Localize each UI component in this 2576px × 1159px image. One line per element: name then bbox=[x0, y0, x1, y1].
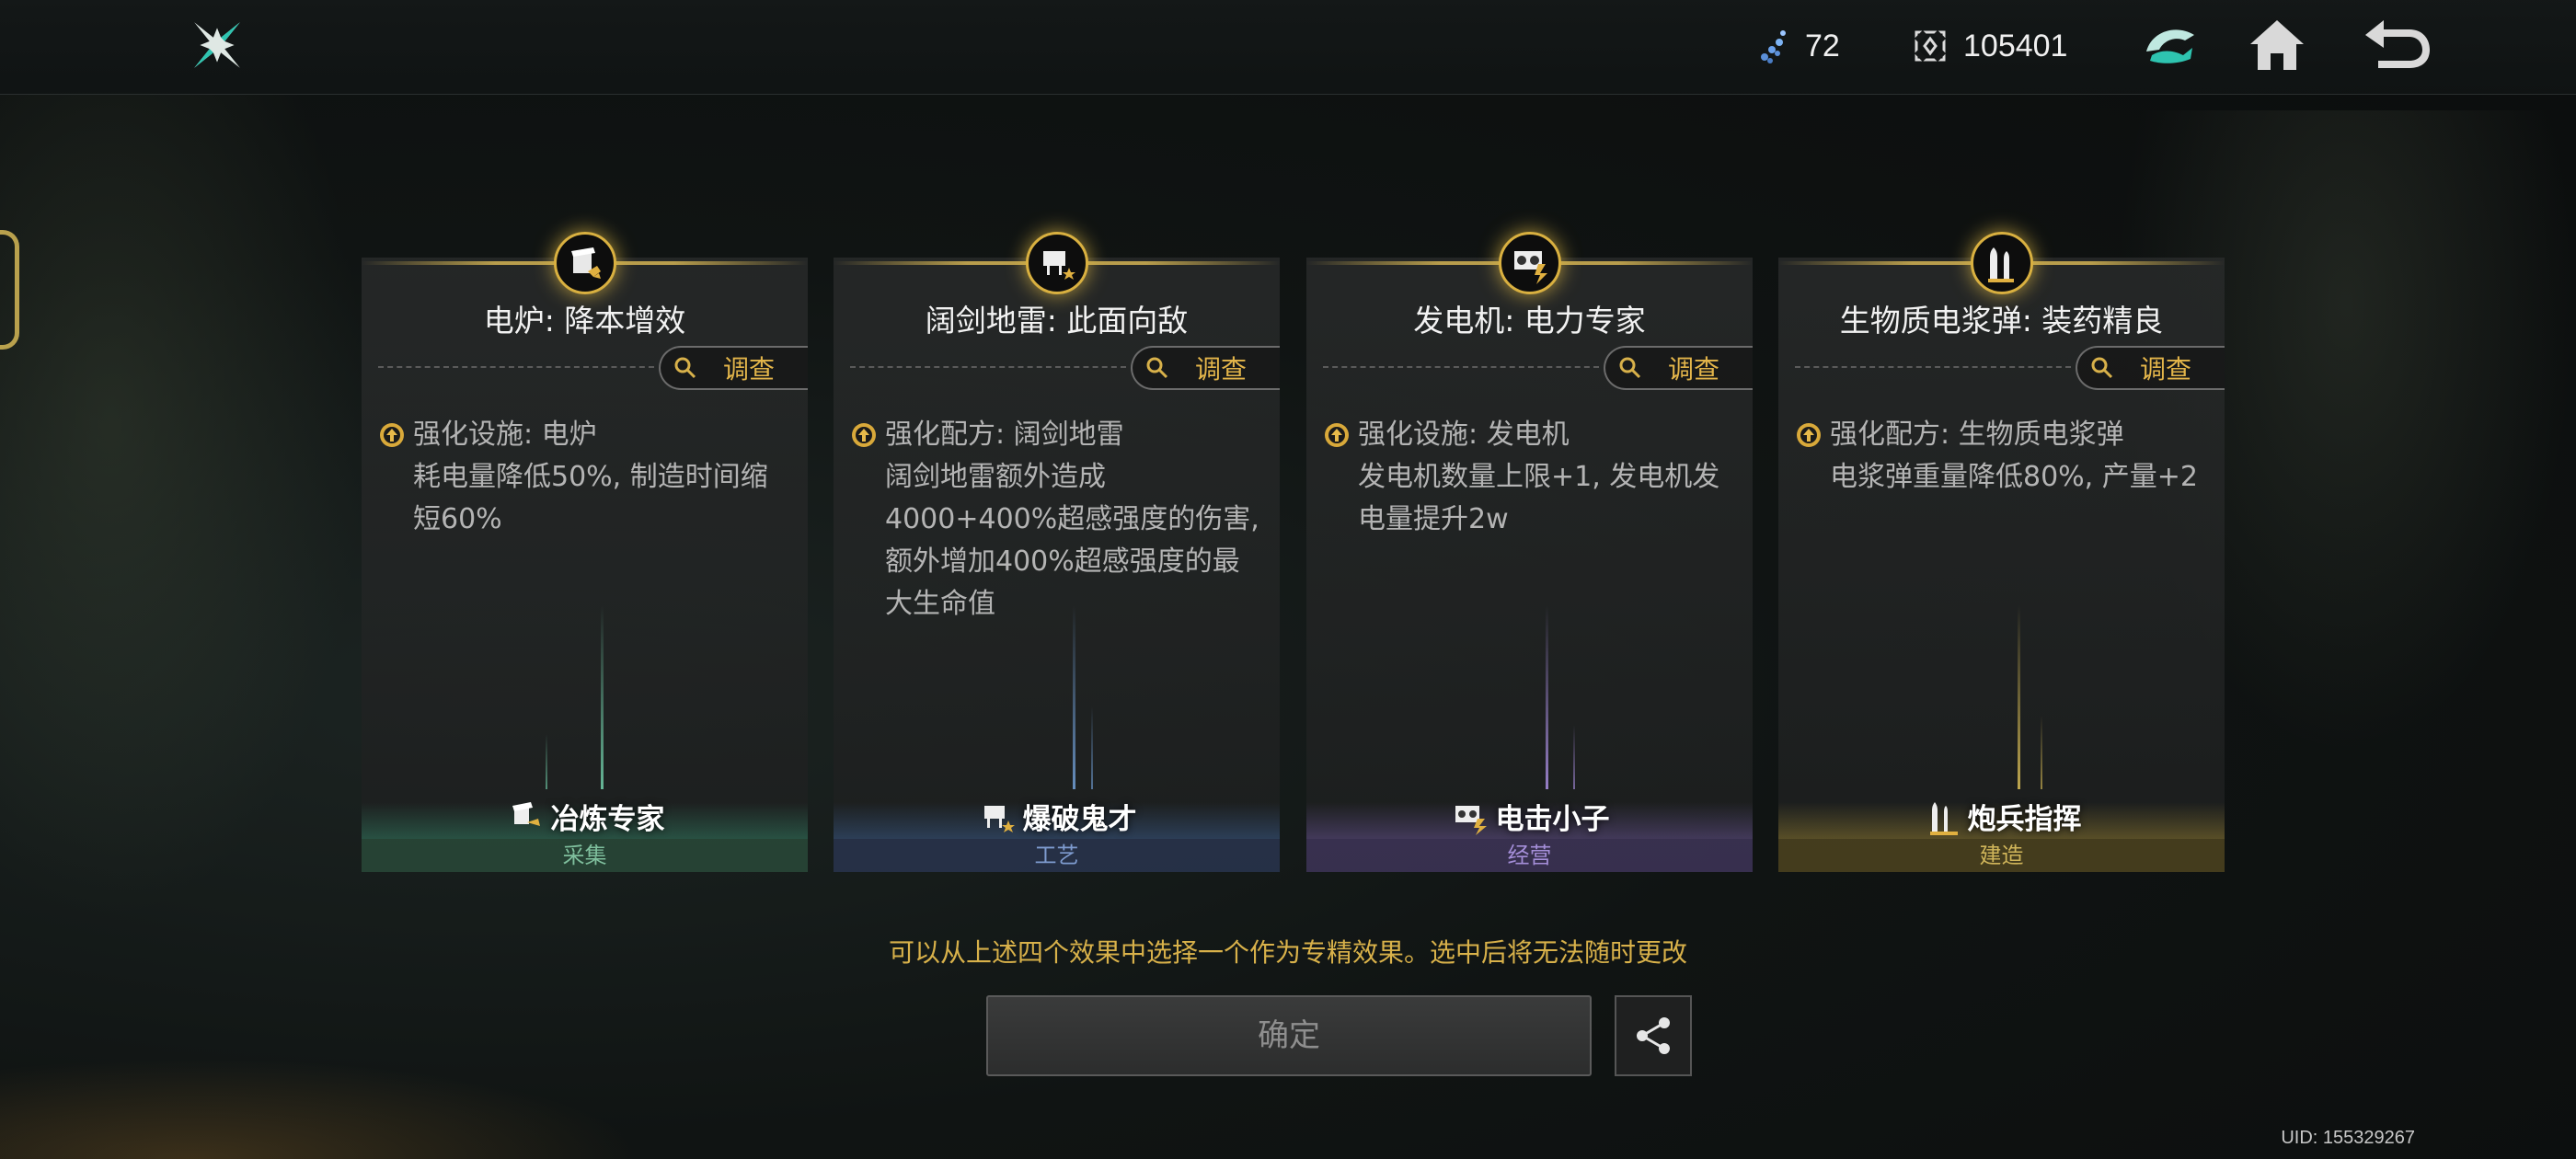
energy-value: 72 bbox=[1805, 28, 1840, 63]
category-label: 经营 bbox=[1306, 839, 1753, 872]
currency-counter[interactable]: 105401 bbox=[1914, 20, 2067, 72]
shell-badge-icon bbox=[1970, 232, 2033, 294]
investigate-label: 调查 bbox=[1195, 354, 1248, 384]
home-icon[interactable] bbox=[2245, 13, 2309, 77]
side-tab-handle[interactable] bbox=[0, 230, 19, 350]
investigate-label: 调查 bbox=[1668, 354, 1720, 384]
selection-hint: 可以从上述四个效果中选择一个作为专精效果。选中后将无法随时更改 bbox=[888, 937, 1687, 968]
helmet-icon[interactable] bbox=[2139, 13, 2203, 77]
effect-description: 强化配方: 阔剑地雷 阔剑地雷额外造成4000+400%超感强度的伤害, 额外增… bbox=[850, 414, 1264, 625]
specialist-label: 爆破鬼才 bbox=[834, 795, 1280, 837]
upgrade-arrow-icon bbox=[852, 423, 876, 447]
upgrade-arrow-icon bbox=[1797, 423, 1821, 447]
search-icon bbox=[1146, 357, 1168, 379]
user-id: UID: 155329267 bbox=[2281, 1128, 2415, 1148]
search-icon bbox=[1619, 357, 1641, 379]
energy-counter[interactable]: 72 bbox=[1757, 20, 1840, 72]
electric-icon bbox=[1455, 806, 1487, 835]
effect-detail: 阔剑地雷额外造成4000+400%超感强度的伤害, 额外增加400%超感强度的最… bbox=[885, 461, 1259, 620]
specialist-label: 电击小子 bbox=[1306, 795, 1753, 837]
effect-description: 强化配方: 生物质电浆弹 电浆弹重量降低80%, 产量+2 bbox=[1795, 414, 2209, 499]
specialist-label: 冶炼专家 bbox=[362, 795, 808, 837]
confirm-button[interactable]: 确定 bbox=[986, 995, 1592, 1076]
effect-target: 强化设施: 发电机 bbox=[1358, 419, 1570, 451]
back-arrow-icon[interactable] bbox=[2360, 13, 2433, 77]
specialist-name: 爆破鬼才 bbox=[1022, 802, 1137, 836]
demolition-icon bbox=[983, 806, 1015, 832]
top-bar: 72 105401 bbox=[0, 0, 2576, 95]
share-icon bbox=[1637, 1017, 1670, 1054]
smelter-icon bbox=[512, 802, 540, 826]
furnace-badge-icon bbox=[553, 232, 616, 294]
upgrade-arrow-icon bbox=[380, 423, 404, 447]
game-logo-icon[interactable] bbox=[189, 17, 246, 74]
effect-card-claymore[interactable]: 工艺 阔剑地雷: 此面向敌 调查 强化配方: 阔剑地雷 阔剑地雷额外造成4000… bbox=[834, 232, 1280, 876]
category-label: 采集 bbox=[362, 839, 808, 872]
card-title: 电炉: 降本增效 bbox=[483, 303, 686, 339]
investigate-label: 调查 bbox=[723, 354, 776, 384]
card-title: 生物质电浆弹: 装药精良 bbox=[1839, 303, 2164, 339]
investigate-button[interactable]: 调查 bbox=[659, 346, 808, 390]
card-title: 发电机: 电力专家 bbox=[1413, 303, 1646, 339]
share-button[interactable] bbox=[1615, 995, 1692, 1076]
effect-detail: 耗电量降低50%, 制造时间缩短60% bbox=[413, 461, 768, 535]
specialist-name: 电击小子 bbox=[1495, 802, 1610, 836]
effect-card-plasma-shell[interactable]: 建造 生物质电浆弹: 装药精良 调查 强化配方: 生物质电浆弹 电浆弹重量降低8… bbox=[1778, 232, 2225, 876]
effect-detail: 发电机数量上限+1, 发电机发电量提升2w bbox=[1358, 461, 1720, 535]
specialist-name: 炮兵指挥 bbox=[1967, 802, 2082, 836]
effect-target: 强化设施: 电炉 bbox=[413, 419, 597, 451]
effect-target: 强化配方: 生物质电浆弹 bbox=[1830, 419, 2124, 451]
category-label: 建造 bbox=[1778, 839, 2225, 872]
effect-description: 强化设施: 发电机 发电机数量上限+1, 发电机发电量提升2w bbox=[1323, 414, 1737, 541]
specialist-name: 冶炼专家 bbox=[550, 802, 665, 836]
generator-badge-icon bbox=[1498, 232, 1561, 294]
category-label: 工艺 bbox=[834, 839, 1280, 872]
effect-description: 强化设施: 电炉 耗电量降低50%, 制造时间缩短60% bbox=[378, 414, 792, 541]
currency-icon bbox=[1914, 29, 1947, 63]
investigate-button[interactable]: 调查 bbox=[1131, 346, 1280, 390]
effect-target: 强化配方: 阔剑地雷 bbox=[885, 419, 1124, 451]
investigate-label: 调查 bbox=[2140, 354, 2192, 384]
effect-card-generator[interactable]: 经营 发电机: 电力专家 调查 强化设施: 发电机 发电机数量上限+1, 发电机… bbox=[1306, 232, 1753, 876]
upgrade-arrow-icon bbox=[1325, 423, 1349, 447]
search-icon bbox=[674, 357, 696, 379]
claymore-badge-icon bbox=[1025, 232, 1088, 294]
investigate-button[interactable]: 调查 bbox=[1604, 346, 1753, 390]
effect-card-furnace[interactable]: 采集 电炉: 降本增效 调查 强化设施: 电炉 耗电量降低50%, 制造时间缩短… bbox=[362, 232, 808, 876]
artillery-icon bbox=[1929, 802, 1958, 835]
effect-detail: 电浆弹重量降低80%, 产量+2 bbox=[1830, 461, 2198, 493]
card-title: 阔剑地雷: 此面向敌 bbox=[925, 303, 1189, 339]
search-icon bbox=[2091, 357, 2113, 379]
currency-value: 105401 bbox=[1963, 28, 2068, 63]
investigate-button[interactable]: 调查 bbox=[2076, 346, 2225, 390]
specialist-label: 炮兵指挥 bbox=[1778, 795, 2225, 837]
energy-crystal-icon bbox=[1761, 30, 1786, 63]
